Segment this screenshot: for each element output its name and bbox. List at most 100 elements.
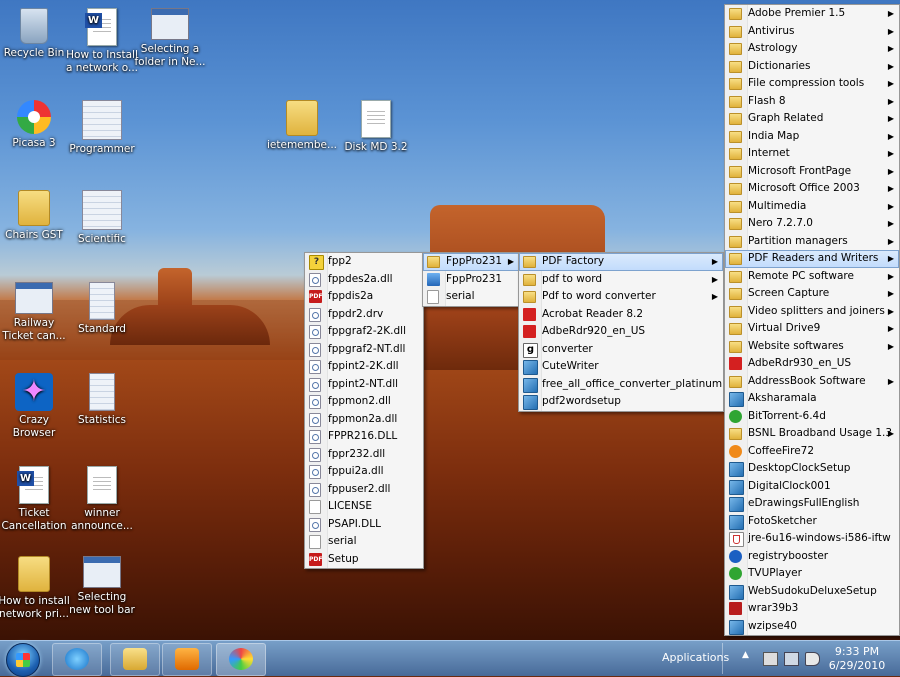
menu-item[interactable]: gconverter (519, 341, 723, 359)
menu-item[interactable]: Microsoft Office 2003▶ (725, 180, 899, 198)
menu-item[interactable]: Virtual Drive9▶ (725, 320, 899, 338)
menu-item[interactable]: BitTorrent-6.4d (725, 408, 899, 426)
statistics-calculator-icon[interactable]: Statistics (66, 373, 138, 427)
menu-item[interactable]: Astrology▶ (725, 40, 899, 58)
folderi-icon (729, 218, 742, 230)
menu-item[interactable]: fppr232.dll (305, 446, 423, 464)
action-center-flag-icon[interactable] (763, 652, 778, 666)
menu-item[interactable]: Antivirus▶ (725, 23, 899, 41)
menu-item[interactable]: fppui2a.dll (305, 463, 423, 481)
volume-icon[interactable] (805, 652, 820, 666)
taskbar-media-player-button[interactable] (162, 643, 212, 676)
menu-item[interactable]: Nero 7.2.7.0▶ (725, 215, 899, 233)
menu-item[interactable]: LICENSE (305, 498, 423, 516)
menu-item[interactable]: PDFfppdis2a (305, 288, 423, 306)
menu-item[interactable]: wzipse40 (725, 618, 899, 636)
taskbar-explorer-button[interactable] (110, 643, 160, 676)
menu-item[interactable]: fppgraf2-NT.dll (305, 341, 423, 359)
menu-item[interactable]: Internet▶ (725, 145, 899, 163)
menu-item[interactable]: Acrobat Reader 8.2 (519, 306, 723, 324)
menu-item[interactable]: DigitalClock001 (725, 478, 899, 496)
menu-item[interactable]: Multimedia▶ (725, 198, 899, 216)
icon-label: ietemembe... (267, 139, 337, 151)
network-printer-folder-icon[interactable]: How to install network pri... (0, 556, 70, 621)
menu-item[interactable]: PDFSetup (305, 551, 423, 569)
menu-item[interactable]: WebSudokuDeluxeSetup (725, 583, 899, 601)
system-clock[interactable]: 9:33 PM 6/29/2010 (822, 645, 892, 673)
winner-announce-icon[interactable]: winner announce... (66, 466, 138, 533)
menu-item[interactable]: FotoSketcher (725, 513, 899, 531)
menu-item[interactable]: AdbeRdr920_en_US (519, 323, 723, 341)
menu-item[interactable]: jre-6u16-windows-i586-iftw (725, 530, 899, 548)
menu-item[interactable]: wrar39b3 (725, 600, 899, 618)
picasa-shortcut-icon[interactable]: Picasa 3 (0, 100, 70, 150)
menu-item[interactable]: PDF Factory▶ (519, 253, 723, 271)
menu-item[interactable]: Partition managers▶ (725, 233, 899, 251)
ticket-cancellation-icon[interactable]: W Ticket Cancellation (0, 466, 70, 533)
menu-item[interactable]: FPPR216.DLL (305, 428, 423, 446)
menu-item[interactable]: Graph Related▶ (725, 110, 899, 128)
menu-item[interactable]: Website softwares▶ (725, 338, 899, 356)
menu-item[interactable]: India Map▶ (725, 128, 899, 146)
menu-item[interactable]: TVUPlayer (725, 565, 899, 583)
scientific-calculator-icon[interactable]: Scientific (66, 190, 138, 246)
menu-item[interactable]: Remote PC software▶ (725, 268, 899, 286)
menu-item[interactable]: Microsoft FrontPage▶ (725, 163, 899, 181)
menu-item[interactable]: FppPro231 (423, 271, 519, 289)
standard-calculator-icon[interactable]: Standard (66, 282, 138, 336)
screenshot-file-icon[interactable]: Selecting a folder in Ne... (134, 8, 206, 69)
menu-item[interactable]: eDrawingsFullEnglish (725, 495, 899, 513)
menu-item[interactable]: Video splitters and joiners▶ (725, 303, 899, 321)
programmer-calculator-icon[interactable]: Programmer (66, 100, 138, 156)
ietemember-folder-icon[interactable]: ietemembe... (266, 100, 338, 152)
chairs-gst-folder-icon[interactable]: Chairs GST (0, 190, 70, 242)
menu-item[interactable]: Screen Capture▶ (725, 285, 899, 303)
crazy-browser-icon[interactable]: ✦ Crazy Browser (0, 373, 70, 440)
railway-ticket-icon[interactable]: Railway Ticket can... (0, 282, 70, 343)
menu-item[interactable]: PSAPI.DLL (305, 516, 423, 534)
taskbar-paint-button[interactable] (216, 643, 266, 676)
menu-item[interactable]: serial (305, 533, 423, 551)
menu-item[interactable]: DesktopClockSetup (725, 460, 899, 478)
recycle-bin-icon[interactable]: Recycle Bin (0, 8, 70, 60)
show-hidden-icons-button[interactable]: ▲ (742, 650, 749, 660)
network-icon[interactable] (784, 652, 799, 666)
submenu-arrow-icon: ▶ (888, 303, 894, 321)
new-toolbar-image-icon[interactable]: Selecting new tool bar (66, 556, 138, 617)
disk-md-icon[interactable]: Disk MD 3.2 (340, 100, 412, 154)
menu-item[interactable]: Flash 8▶ (725, 93, 899, 111)
menu-item[interactable]: PDF Readers and Writers▶ (725, 250, 899, 268)
start-button[interactable] (6, 643, 40, 677)
menu-item[interactable]: fppint2-NT.dll (305, 376, 423, 394)
icon-label: Railway Ticket can... (2, 317, 65, 342)
menu-item[interactable]: CuteWriter (519, 358, 723, 376)
word-document-icon[interactable]: W How to Install a network o... (66, 8, 138, 75)
menu-item-label: File compression tools (748, 77, 864, 89)
menu-item[interactable]: Aksharamala (725, 390, 899, 408)
menu-item[interactable]: AddressBook Software▶ (725, 373, 899, 391)
menu-item[interactable]: registrybooster (725, 548, 899, 566)
menu-item[interactable]: Adobe Premier 1.5▶ (725, 5, 899, 23)
menu-item[interactable]: Pdf to word converter▶ (519, 288, 723, 306)
menu-item[interactable]: pdf2wordsetup (519, 393, 723, 411)
menu-item[interactable]: BSNL Broadband Usage 1.3▶ (725, 425, 899, 443)
menu-item[interactable]: fppdr2.drv (305, 306, 423, 324)
folderi-icon (729, 376, 742, 388)
menu-item[interactable]: fppuser2.dll (305, 481, 423, 499)
menu-item[interactable]: pdf to word▶ (519, 271, 723, 289)
menu-item[interactable]: fppdes2a.dll (305, 271, 423, 289)
menu-item[interactable]: serial (423, 288, 519, 306)
menu-item[interactable]: ?fpp2 (305, 253, 423, 271)
menu-item[interactable]: FppPro231▶ (423, 253, 519, 271)
menu-item[interactable]: fppmon2.dll (305, 393, 423, 411)
menu-item[interactable]: CoffeeFire72 (725, 443, 899, 461)
menu-item[interactable]: fppint2-2K.dll (305, 358, 423, 376)
applications-toolbar-label[interactable]: Applications (662, 651, 729, 664)
menu-item[interactable]: AdbeRdr930_en_US (725, 355, 899, 373)
menu-item[interactable]: Dictionaries▶ (725, 58, 899, 76)
taskbar-ie-button[interactable] (52, 643, 102, 676)
menu-item[interactable]: File compression tools▶ (725, 75, 899, 93)
menu-item[interactable]: fppgraf2-2K.dll (305, 323, 423, 341)
menu-item[interactable]: free_all_office_converter_platinum (519, 376, 723, 394)
menu-item[interactable]: fppmon2a.dll (305, 411, 423, 429)
